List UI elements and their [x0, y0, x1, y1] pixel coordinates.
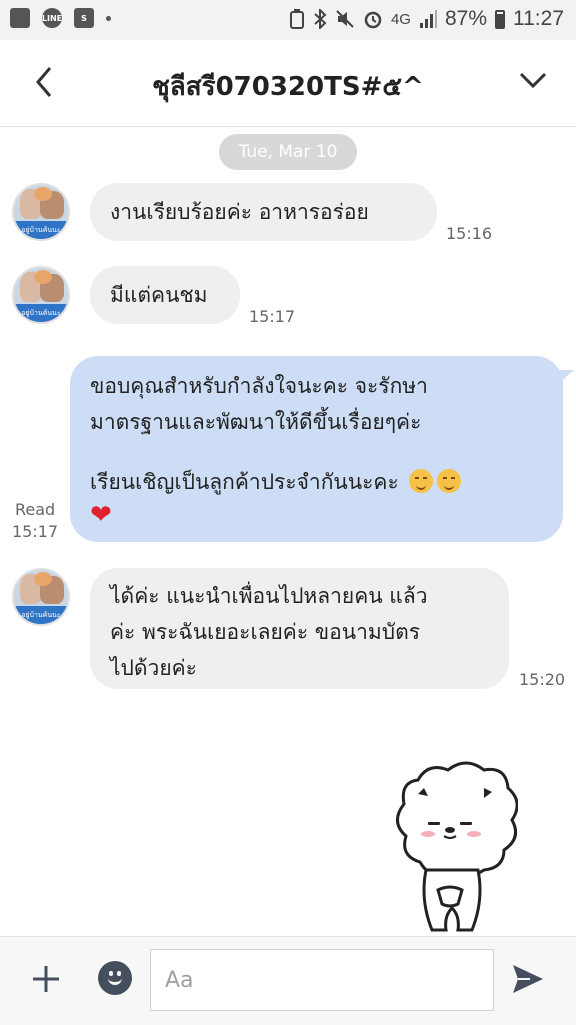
smiling-face-icon [437, 469, 462, 493]
message-text: มีแต่คนชม [110, 283, 208, 307]
battery-percent: 87% [444, 7, 487, 30]
message-text: งานเรียบร้อยค่ะ อาหารอร่อย [110, 200, 369, 224]
message-time: 15:20 [519, 670, 566, 689]
message-line: ได้ค่ะ แนะนำเพื่อนไปหลายคน แล้ว [110, 584, 428, 608]
message-bubble[interactable]: มีแต่คนชม [90, 266, 240, 324]
signal-icon [419, 10, 437, 28]
network-type: 4G [390, 10, 411, 28]
date-chip: Tue, Mar 10 [219, 134, 357, 170]
clock: 11:27 [513, 7, 564, 30]
chat-title[interactable]: ชุลีสรี070320TS#๕^ [80, 66, 496, 107]
chevron-down-icon[interactable] [518, 68, 548, 92]
message-line: เรียนเชิญเป็นลูกค้าประจำกันนะคะ [90, 470, 399, 494]
status-bar: LINE S 4G 87% 11:27 [0, 0, 576, 40]
read-receipt: Read 15:17 [12, 499, 58, 543]
battery-icon [495, 9, 505, 29]
message-bubble[interactable]: งานเรียบร้อยค่ะ อาหารอร่อย [90, 183, 437, 241]
message-time: 15:17 [12, 522, 59, 541]
avatar[interactable]: อยู่บ้านค้นนะ [12, 266, 70, 324]
chat-header: ชุลีสรี070320TS#๕^ [0, 40, 576, 127]
read-label: Read [14, 500, 56, 519]
line-app-icon: LINE [42, 8, 62, 28]
avatar[interactable]: อยู่บ้านค้นนะ [12, 568, 70, 626]
plus-icon[interactable] [30, 963, 62, 995]
message-input[interactable] [150, 949, 494, 1011]
message-line: ไปด้วยค่ะ [110, 656, 197, 680]
heart-icon: ❤ [90, 500, 112, 530]
bluetooth-icon [314, 9, 327, 29]
chevron-left-icon[interactable] [32, 64, 56, 100]
my-message-bubble[interactable]: ขอบคุณสำหรับกำลังใจนะคะ จะรักษา มาตรฐานแ… [70, 356, 563, 542]
message-bubble[interactable]: ได้ค่ะ แนะนำเพื่อนไปหลายคน แล้ว ค่ะ พระฉ… [90, 568, 509, 689]
message-time: 15:16 [446, 224, 493, 243]
alarm-icon [364, 11, 382, 29]
smile-icon[interactable] [98, 961, 132, 995]
avatar[interactable]: อยู่บ้านค้นนะ [12, 183, 70, 241]
gallery-icon [10, 8, 30, 28]
battery-saver-icon [289, 9, 304, 29]
message-line: ขอบคุณสำหรับกำลังใจนะคะ จะรักษา [90, 374, 428, 398]
message-input-bar [0, 936, 576, 1025]
bubble-tail [556, 370, 574, 386]
mute-icon [336, 10, 354, 28]
send-icon[interactable] [510, 962, 546, 996]
smiling-face-icon [409, 469, 434, 493]
notification-dot [106, 15, 111, 21]
message-time: 15:17 [249, 307, 296, 326]
bowing-bear-sticker[interactable] [388, 760, 518, 938]
message-line: ค่ะ พระฉันเยอะเลยค่ะ ขอนามบัตร [110, 620, 420, 644]
shopee-icon: S [74, 8, 94, 28]
message-line: มาตรฐานและพัฒนาให้ดีขึ้นเรื่อยๆค่ะ [90, 410, 422, 434]
